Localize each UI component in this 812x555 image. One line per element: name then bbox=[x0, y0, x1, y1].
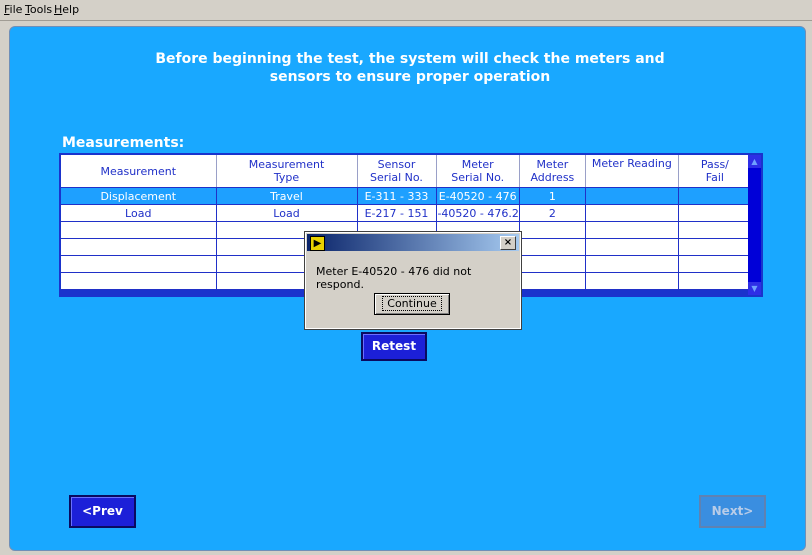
empty-cell[interactable] bbox=[519, 221, 586, 239]
cell-meter-reading[interactable] bbox=[585, 204, 679, 222]
cell-meter-serial[interactable]: E-40520 - 476.2 bbox=[436, 204, 520, 222]
empty-cell[interactable] bbox=[585, 255, 679, 273]
empty-cell[interactable] bbox=[678, 238, 752, 256]
col-header-pass-fail[interactable]: Pass/Fail bbox=[678, 155, 752, 188]
empty-cell[interactable] bbox=[61, 272, 217, 290]
empty-cell[interactable] bbox=[678, 272, 752, 290]
cell-sensor-serial[interactable]: E-217 - 151 bbox=[357, 204, 437, 222]
col-header-meter-address[interactable]: Meter Address bbox=[519, 155, 586, 188]
dialog-title-bar[interactable]: ▶ × bbox=[307, 234, 519, 251]
col-header-address-line1: Meter bbox=[536, 158, 569, 171]
instruction-line-1: Before beginning the test, the system wi… bbox=[155, 51, 665, 67]
empty-cell[interactable] bbox=[585, 238, 679, 256]
continue-button-label: Continue bbox=[382, 296, 442, 311]
empty-cell[interactable] bbox=[61, 238, 217, 256]
empty-cell[interactable] bbox=[61, 255, 217, 273]
error-dialog: ▶ × Meter E-40520 - 476 did not respond.… bbox=[304, 231, 522, 330]
menu-bar: File Tools Help bbox=[0, 0, 812, 21]
prev-button[interactable]: <Prev bbox=[69, 495, 136, 528]
cell-pass-fail[interactable] bbox=[678, 204, 752, 222]
table-row[interactable]: Displacement Travel E-311 - 333 E-40520 … bbox=[61, 187, 752, 205]
instruction-line-2: sensors to ensure proper operation bbox=[269, 69, 551, 85]
col-header-meter-serial[interactable]: Meter Serial No. bbox=[436, 155, 520, 188]
cell-measurement[interactable]: Load bbox=[61, 204, 217, 222]
table-row[interactable]: Load Load E-217 - 151 E-40520 - 476.2 2 bbox=[61, 204, 752, 222]
next-button[interactable]: Next> bbox=[699, 495, 766, 528]
scroll-up-arrow-icon[interactable]: ▲ bbox=[748, 155, 761, 168]
menu-file-label: ile bbox=[9, 3, 23, 16]
col-header-type-line2: Type bbox=[273, 171, 300, 184]
col-header-reading-label: Meter Reading bbox=[591, 157, 672, 170]
menu-file[interactable]: File bbox=[4, 3, 22, 16]
cell-type[interactable]: Load bbox=[216, 204, 358, 222]
empty-cell[interactable] bbox=[585, 272, 679, 290]
col-header-sensor-serial[interactable]: Sensor Serial No. bbox=[357, 155, 437, 188]
empty-cell[interactable] bbox=[678, 255, 752, 273]
empty-cell[interactable] bbox=[519, 272, 586, 290]
menu-tools-label: ools bbox=[29, 3, 53, 16]
cell-measurement[interactable]: Displacement bbox=[61, 187, 217, 205]
labview-app-icon: ▶ bbox=[310, 236, 325, 251]
col-header-meter-line2: Serial No. bbox=[451, 171, 505, 184]
menu-help[interactable]: Help bbox=[54, 3, 79, 16]
table-scrollbar[interactable]: ▲ ▼ bbox=[748, 155, 761, 295]
menu-tools[interactable]: Tools bbox=[25, 3, 52, 16]
col-header-pass-line1: Pass/ bbox=[700, 158, 729, 171]
retest-button[interactable]: Retest bbox=[361, 332, 427, 361]
col-header-measurement[interactable]: Measurement bbox=[61, 155, 217, 188]
menu-help-label: elp bbox=[62, 3, 80, 16]
continue-button[interactable]: Continue bbox=[374, 293, 450, 315]
empty-cell[interactable] bbox=[519, 238, 586, 256]
col-header-type-line1: Measurement bbox=[248, 158, 325, 171]
cell-meter-reading[interactable] bbox=[585, 187, 679, 205]
col-header-meter-line1: Meter bbox=[461, 158, 494, 171]
close-icon[interactable]: × bbox=[500, 236, 516, 250]
measurements-label: Measurements: bbox=[62, 135, 185, 151]
empty-cell[interactable] bbox=[678, 221, 752, 239]
col-header-address-line2: Address bbox=[530, 171, 575, 184]
table-header-row: Measurement Measurement Type Sensor Serial… bbox=[61, 155, 752, 188]
cell-meter-serial[interactable]: E-40520 - 476 bbox=[436, 187, 520, 205]
dialog-message: Meter E-40520 - 476 did not respond. bbox=[316, 265, 472, 291]
col-header-measurement-label: Measurement bbox=[100, 164, 177, 178]
empty-cell[interactable] bbox=[61, 221, 217, 239]
empty-cell[interactable] bbox=[585, 221, 679, 239]
empty-cell[interactable] bbox=[519, 255, 586, 273]
scroll-down-arrow-icon[interactable]: ▼ bbox=[748, 282, 761, 295]
cell-pass-fail[interactable] bbox=[678, 187, 752, 205]
cell-meter-address[interactable]: 1 bbox=[519, 187, 586, 205]
cell-meter-address[interactable]: 2 bbox=[519, 204, 586, 222]
col-header-measurement-type[interactable]: Measurement Type bbox=[216, 155, 358, 188]
col-header-meter-reading[interactable]: Meter Reading bbox=[585, 155, 679, 188]
col-header-sensor-line2: Serial No. bbox=[370, 171, 423, 184]
cell-type[interactable]: Travel bbox=[216, 187, 358, 205]
cell-sensor-serial[interactable]: E-311 - 333 bbox=[357, 187, 437, 205]
col-header-sensor-line1: Sensor bbox=[377, 158, 416, 171]
col-header-pass-line2: Fail bbox=[705, 171, 724, 184]
